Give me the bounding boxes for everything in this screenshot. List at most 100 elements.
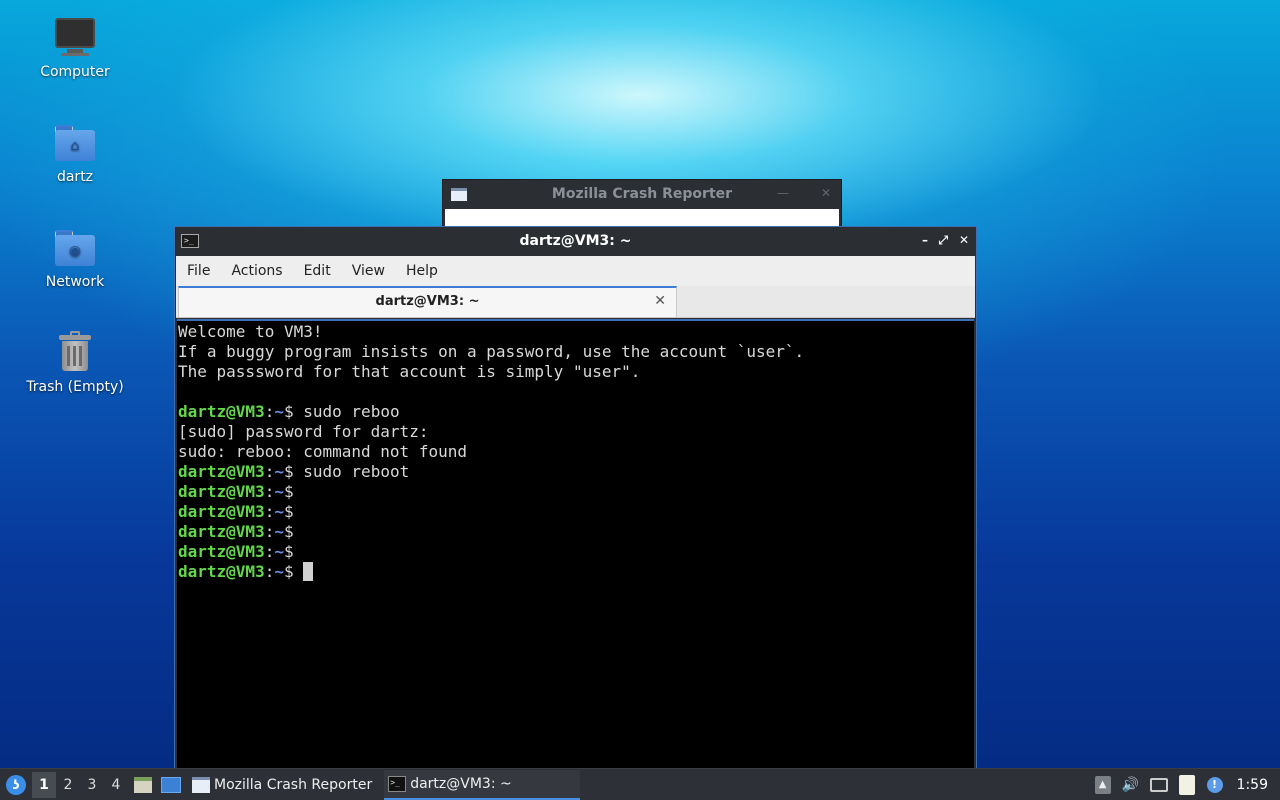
desktop-icon-trash[interactable]: Trash (Empty) [15,331,135,395]
terminal-title: dartz@VM3: ~ [519,233,632,249]
updates-button[interactable]: ! [1204,774,1226,796]
task-terminal[interactable]: >_ dartz@VM3: ~ [384,769,581,800]
volume-icon: 🔊 [1121,776,1140,793]
terminal-prompt-line: dartz@VM3:~$ sudo reboot [178,462,973,482]
prompt-user: dartz@VM3 [178,562,265,581]
terminal-output[interactable]: Welcome to VM3! If a buggy program insist… [177,319,974,770]
eject-button[interactable]: ▲ [1092,774,1114,796]
menu-actions[interactable]: Actions [231,263,282,279]
terminal-prompt-line: dartz@VM3:~$ sudo reboo [178,402,973,422]
window-icon [192,776,210,793]
terminal-icon: >_ [388,775,407,792]
volume-button[interactable]: 🔊 [1120,774,1142,796]
desktop-icon-label: Trash (Empty) [26,379,124,395]
prompt-separator: : [264,562,275,581]
prompt-user: dartz@VM3 [178,402,265,421]
terminal-output-line: sudo: reboo: command not found [178,442,973,462]
terminal-window[interactable]: >_ dartz@VM3: ~ – ⤢ ✕ File Actions Edit … [174,226,977,771]
show-desktop-launcher[interactable] [158,772,184,798]
network-folder-icon: ◉ [53,226,97,270]
prompt-path: ~ [274,482,284,501]
workspace-4[interactable]: 4 [104,772,128,798]
menu-file[interactable]: File [187,263,210,279]
computer-icon [53,16,97,60]
prompt-separator: : [264,482,275,501]
prompt-user: dartz@VM3 [178,502,265,521]
terminal-prompt-line: dartz@VM3:~$ [178,542,973,562]
minimize-button[interactable]: – [922,233,928,247]
lxqt-logo-icon: ʖ [6,774,26,795]
desktop-icon-label: Computer [40,64,110,80]
prompt-char: $ [283,402,294,421]
close-button[interactable]: ✕ [959,233,969,247]
terminal-prompt-line: dartz@VM3:~$ [178,562,973,582]
terminal-prompt-line: dartz@VM3:~$ [178,482,973,502]
desktop-icon-home-folder[interactable]: ⌂ dartz [15,121,135,185]
tab-close-icon[interactable]: ✕ [654,293,666,309]
terminal-output-line: If a buggy program insists on a password… [178,342,973,362]
prompt-char: $ [283,522,294,541]
terminal-cursor [303,562,314,581]
workspace-1[interactable]: 1 [32,771,56,798]
terminal-tab-label: dartz@VM3: ~ [375,294,480,309]
prompt-separator: : [264,462,275,481]
prompt-path: ~ [274,522,284,541]
prompt-user: dartz@VM3 [178,522,265,541]
prompt-path: ~ [274,502,284,521]
menu-help[interactable]: Help [406,263,438,279]
terminal-output-line: Welcome to VM3! [178,322,973,342]
terminal-output-line: The passsword for that account is simply… [178,362,973,382]
clipboard-icon [1178,774,1195,795]
prompt-char: $ [283,542,294,561]
system-tray: ▲ 🔊 ! 1:59 [1089,769,1280,800]
prompt-char: $ [283,482,294,501]
prompt-char: $ [283,562,294,581]
prompt-separator: : [264,542,275,561]
menu-edit[interactable]: Edit [304,263,331,279]
crash-reporter-titlebar[interactable]: Mozilla Crash Reporter — ✕ [443,180,841,208]
prompt-separator: : [264,402,275,421]
prompt-path: ~ [274,562,284,581]
workspace-2[interactable]: 2 [56,772,80,798]
file-manager-icon [134,776,152,793]
desktop-icon-label: Network [45,274,105,290]
line-text: The passsword for that account is simply… [178,362,641,381]
clock[interactable]: 1:59 [1237,777,1268,793]
line-text [294,562,304,581]
terminal-menubar: File Actions Edit View Help [176,256,975,286]
desktop-icon-network[interactable]: ◉ Network [15,226,135,290]
prompt-path: ~ [274,542,284,561]
prompt-user: dartz@VM3 [178,462,265,481]
prompt-user: dartz@VM3 [178,482,265,501]
clipboard-button[interactable] [1176,774,1198,796]
home-folder-icon: ⌂ [53,121,97,165]
close-icon[interactable]: ✕ [821,186,831,200]
task-label: Mozilla Crash Reporter [214,776,373,793]
terminal-prompt-line: dartz@VM3:~$ [178,522,973,542]
terminal-prompt-line: dartz@VM3:~$ [178,502,973,522]
trash-icon [53,331,97,375]
prompt-separator: : [264,502,275,521]
line-text: Welcome to VM3! [178,322,323,341]
desktop-icon-computer[interactable]: Computer [15,16,135,80]
file-manager-launcher[interactable] [130,772,156,798]
prompt-user: dartz@VM3 [178,542,265,561]
crash-reporter-window[interactable]: Mozilla Crash Reporter — ✕ [442,179,842,229]
task-crash-reporter[interactable]: Mozilla Crash Reporter [188,770,380,800]
maximize-button[interactable]: ⤢ [938,233,948,248]
prompt-path: ~ [274,402,284,421]
prompt-char: $ [283,502,294,521]
show-desktop-icon [161,776,181,793]
line-text: If a buggy program insists on a password… [178,342,805,361]
eject-icon: ▲ [1094,775,1111,794]
terminal-tab[interactable]: dartz@VM3: ~ ✕ [178,286,677,317]
line-text: sudo: reboo: command not found [178,442,467,461]
start-menu-button[interactable]: ʖ [0,769,32,800]
minimize-icon[interactable]: — [777,186,789,200]
menu-view[interactable]: View [352,263,385,279]
workspace-3[interactable]: 3 [80,772,104,798]
update-notification-icon: ! [1206,776,1223,793]
terminal-titlebar[interactable]: >_ dartz@VM3: ~ – ⤢ ✕ [175,227,976,255]
network-button[interactable] [1148,774,1170,796]
